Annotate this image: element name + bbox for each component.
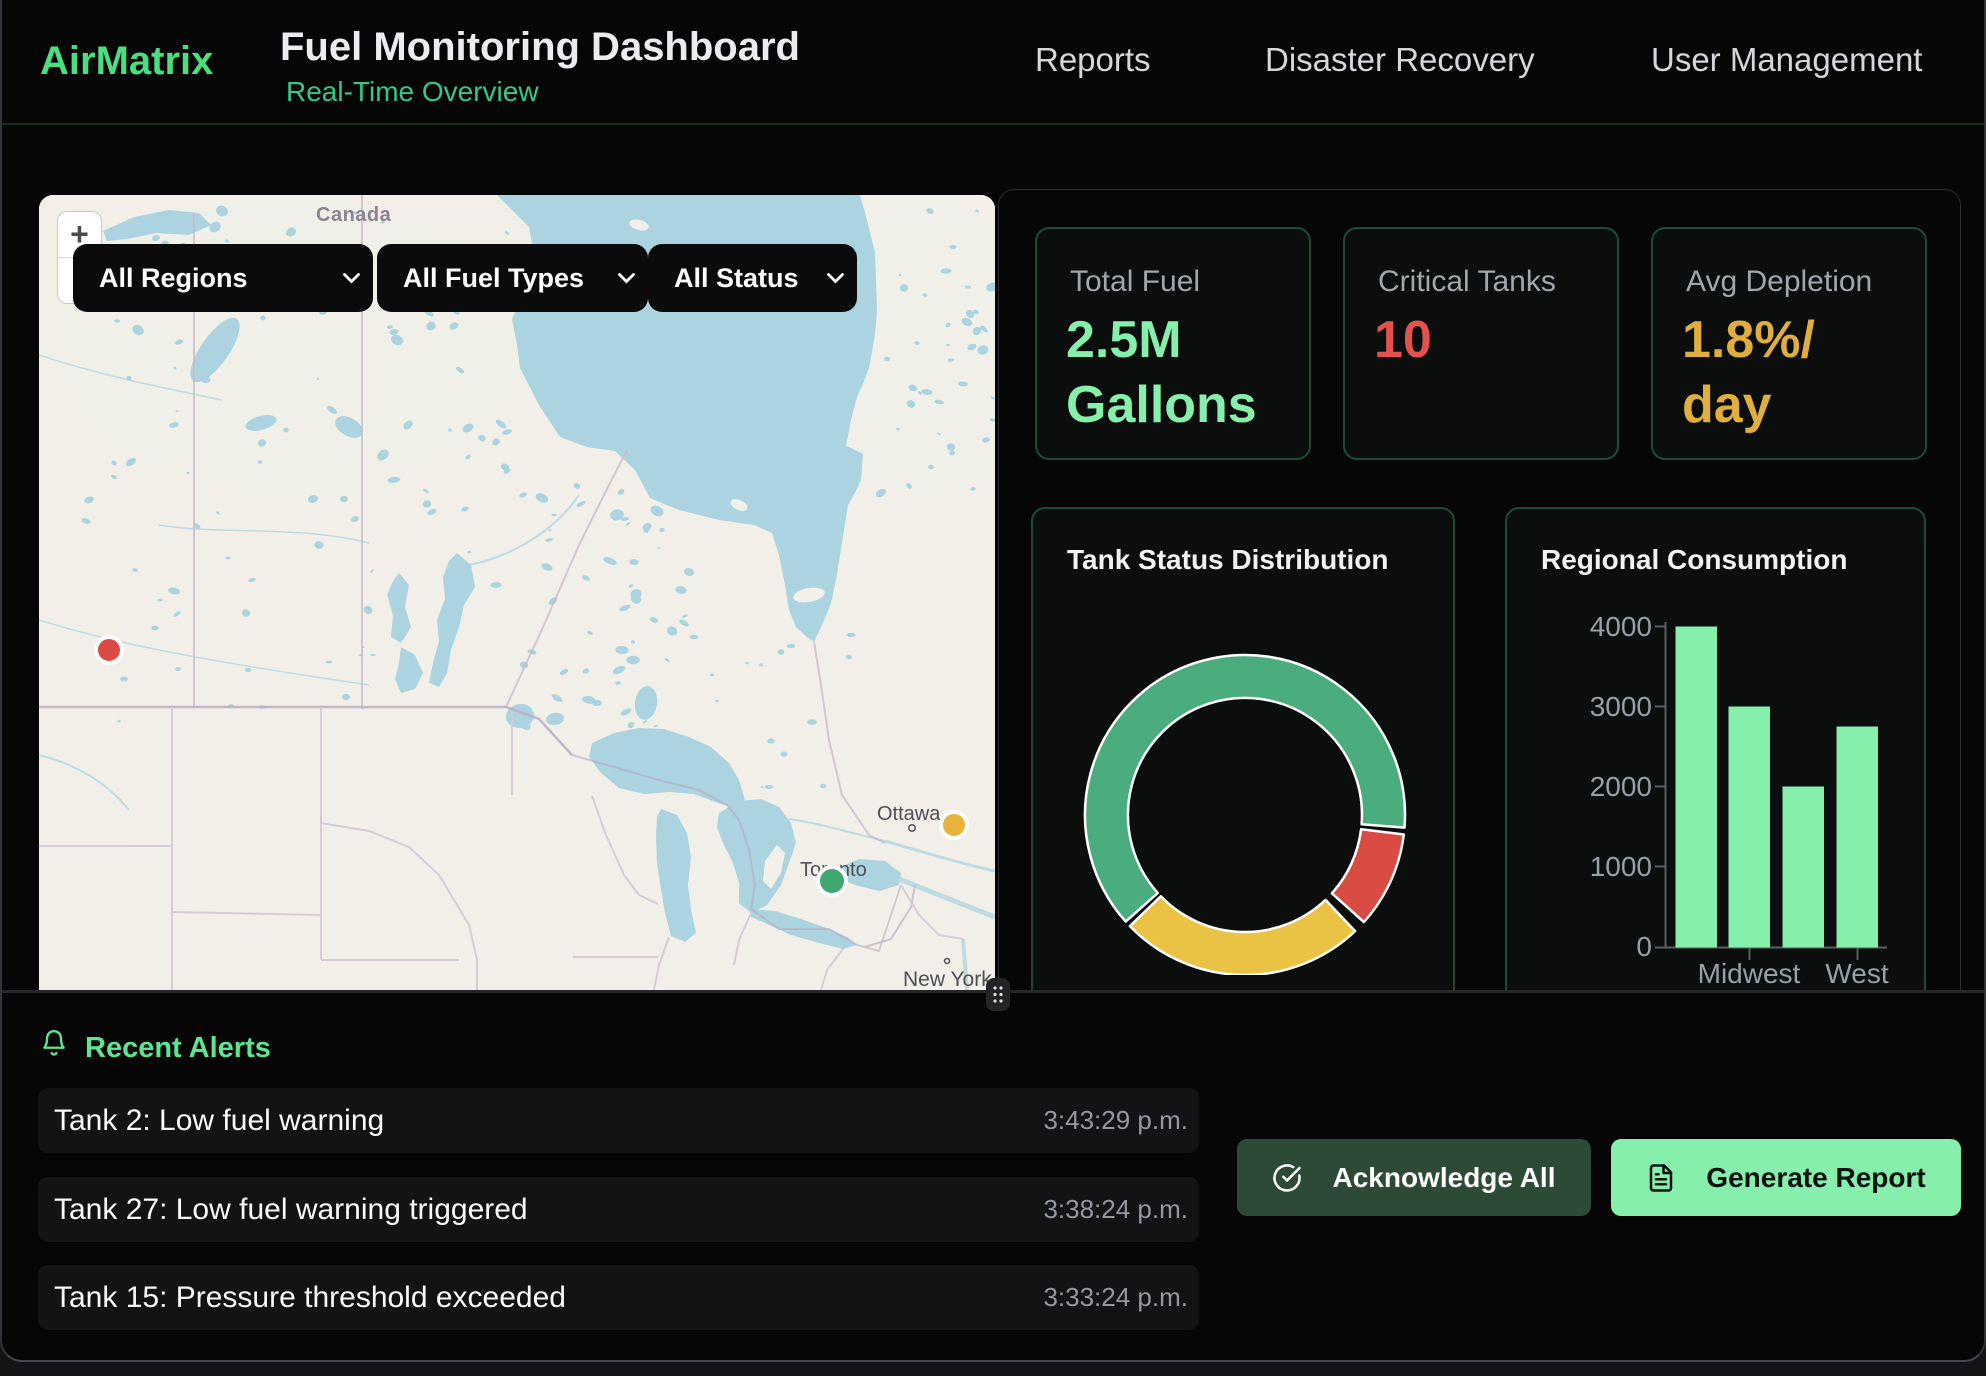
svg-text:Ottawa: Ottawa: [877, 803, 941, 825]
svg-text:West: West: [1825, 958, 1888, 989]
svg-text:New York: New York: [903, 968, 992, 990]
svg-text:4000: 4000: [1590, 611, 1652, 642]
svg-text:1000: 1000: [1590, 851, 1652, 882]
svg-text:Canada: Canada: [316, 204, 392, 226]
svg-text:2000: 2000: [1590, 771, 1652, 802]
svg-text:0: 0: [1636, 931, 1652, 962]
svg-text:3000: 3000: [1590, 691, 1652, 722]
svg-text:Midwest: Midwest: [1698, 958, 1801, 989]
